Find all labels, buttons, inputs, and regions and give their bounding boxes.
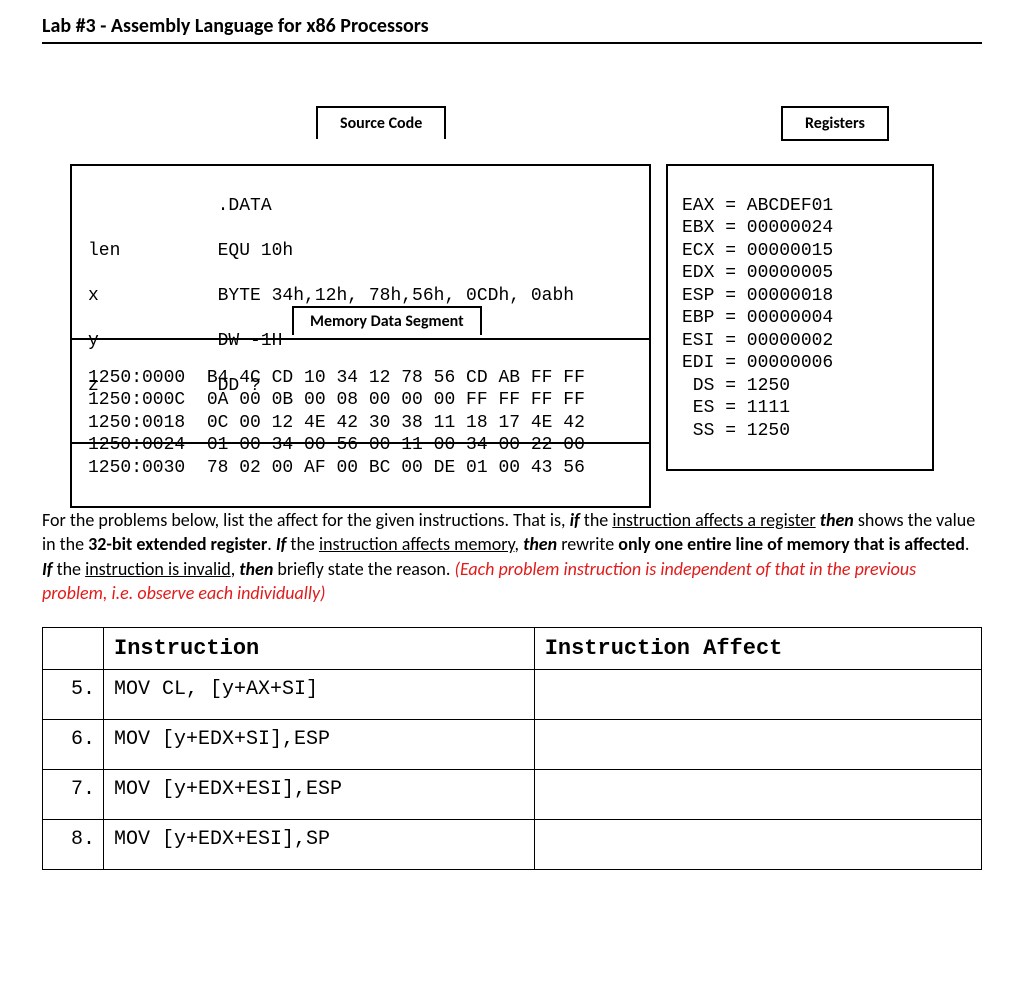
text: the: [580, 509, 613, 531]
table-row: 7. MOV [y+EDX+ESI],ESP: [43, 770, 982, 820]
text: only one entire line of memory that is a…: [618, 533, 965, 555]
source-line: x BYTE 34h,12h, 78h,56h, 0CDh, 0abh: [88, 285, 649, 308]
tab-memory-segment: Memory Data Segment: [292, 306, 482, 335]
source-line: .DATA: [88, 195, 649, 218]
text: 32-bit extended register: [88, 533, 267, 555]
memory-line: 1250:0000 B4 4C CD 10 34 12 78 56 CD AB …: [88, 368, 585, 388]
row-instruction: MOV [y+EDX+ESI],ESP: [104, 770, 535, 820]
diagram-area: Source Code Registers .DATA len EQU 10h …: [42, 106, 982, 486]
text: ,: [515, 533, 524, 555]
memory-line: 1250:000C 0A 00 0B 00 08 00 00 00 FF FF …: [88, 390, 585, 410]
register-line: EBX = 00000024: [682, 218, 833, 238]
memory-line: 1250:0030 78 02 00 AF 00 BC 00 DE 01 00 …: [88, 458, 585, 478]
register-line: DS = 1250: [682, 376, 790, 396]
memory-line: 1250:0018 0C 00 12 4E 42 30 38 11 18 17 …: [88, 413, 585, 433]
row-number: 6.: [43, 720, 104, 770]
row-affect[interactable]: [534, 670, 981, 720]
table-header-row: Instruction Instruction Affect: [43, 628, 982, 670]
row-number: 5.: [43, 670, 104, 720]
answers-table: Instruction Instruction Affect 5. MOV CL…: [42, 627, 982, 870]
table-row: 6. MOV [y+EDX+SI],ESP: [43, 720, 982, 770]
memory-dump-box: 1250:0000 B4 4C CD 10 34 12 78 56 CD AB …: [70, 338, 651, 508]
table-row: 8. MOV [y+EDX+ESI],SP: [43, 820, 982, 870]
tab-registers: Registers: [781, 106, 889, 141]
register-line: EDX = 00000005: [682, 263, 833, 283]
register-line: ESI = 00000002: [682, 331, 833, 351]
row-affect[interactable]: [534, 770, 981, 820]
text: If: [276, 533, 287, 555]
register-line: SS = 1250: [682, 421, 790, 441]
table-row: 5. MOV CL, [y+AX+SI]: [43, 670, 982, 720]
text: If: [42, 558, 53, 580]
registers-box: EAX = ABCDEF01 EBX = 00000024 ECX = 0000…: [666, 164, 934, 471]
register-line: ECX = 00000015: [682, 241, 833, 261]
row-number: 7.: [43, 770, 104, 820]
register-line: EBP = 00000004: [682, 308, 833, 328]
tab-source-code: Source Code: [316, 106, 446, 139]
text: then: [523, 533, 557, 555]
instructions-paragraph: For the problems below, list the affect …: [42, 508, 982, 605]
text: if: [570, 509, 580, 531]
row-instruction: MOV [y+EDX+ESI],SP: [104, 820, 535, 870]
row-affect[interactable]: [534, 720, 981, 770]
text: ,: [231, 558, 240, 580]
table-header-affect: Instruction Affect: [534, 628, 981, 670]
text: rewrite: [557, 533, 618, 555]
text: briefly state the reason.: [273, 558, 454, 580]
row-affect[interactable]: [534, 820, 981, 870]
text: For the problems below, list the affect …: [42, 509, 570, 531]
row-instruction: MOV CL, [y+AX+SI]: [104, 670, 535, 720]
text: instruction affects a register: [612, 509, 815, 531]
text: then: [820, 509, 854, 531]
text: instruction affects memory: [319, 533, 515, 555]
text: instruction is invalid: [85, 558, 231, 580]
row-instruction: MOV [y+EDX+SI],ESP: [104, 720, 535, 770]
source-line: len EQU 10h: [88, 240, 649, 263]
memory-line: 1250:0024 01 00 34 00 56 00 11 00 34 00 …: [88, 435, 585, 455]
text: .: [267, 533, 276, 555]
register-line: ES = 1111: [682, 398, 790, 418]
register-line: EAX = ABCDEF01: [682, 196, 833, 216]
text: .: [965, 533, 970, 555]
page-title: Lab #3 - Assembly Language for x86 Proce…: [42, 14, 982, 44]
text: then: [239, 558, 273, 580]
text: the: [53, 558, 86, 580]
table-header-blank: [43, 628, 104, 670]
register-line: ESP = 00000018: [682, 286, 833, 306]
register-line: EDI = 00000006: [682, 353, 833, 373]
table-header-instruction: Instruction: [104, 628, 535, 670]
text: the: [286, 533, 319, 555]
row-number: 8.: [43, 820, 104, 870]
